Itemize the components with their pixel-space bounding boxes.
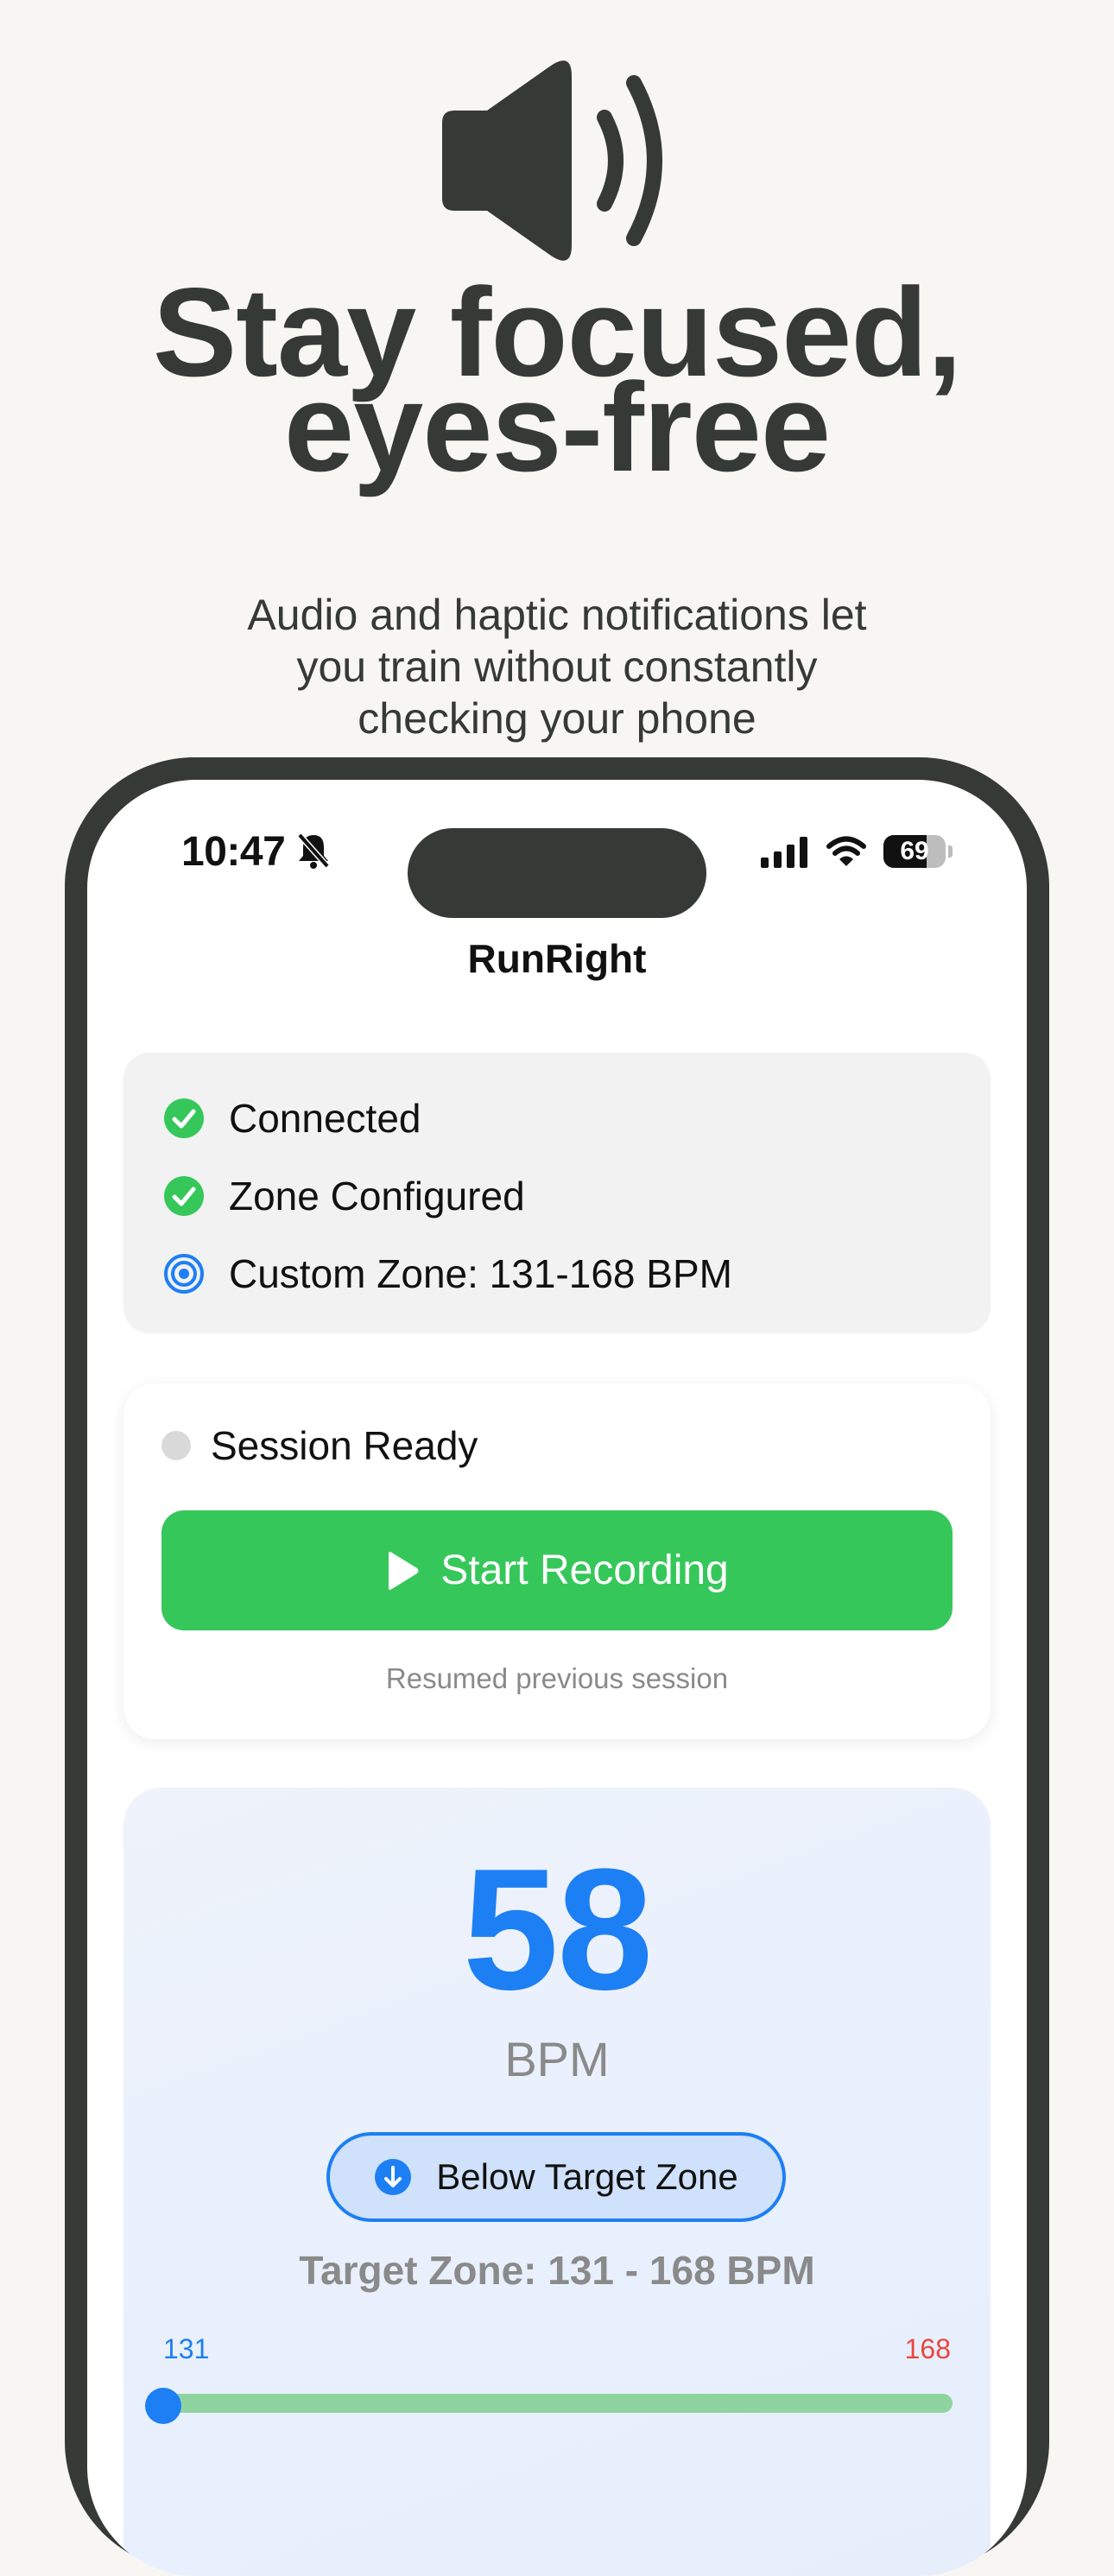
subtitle-line-1: Audio and haptic notifications let (247, 591, 867, 639)
check-circle-icon (164, 1098, 204, 1138)
start-recording-label: Start Recording (440, 1547, 729, 1593)
dynamic-island (408, 828, 706, 918)
session-status-dot (161, 1431, 191, 1460)
zone-min-label: 131 (163, 2333, 210, 2364)
bell-slash-icon (297, 832, 330, 869)
status-time: 10:47 (181, 829, 286, 875)
phone-frame: 10:47 69 RunRight Connected Zone Configu… (65, 757, 1049, 2576)
bpm-value: 58 (462, 1833, 653, 2026)
check-circle-icon (164, 1176, 204, 1216)
zone-status-label: Below Target Zone (436, 2156, 738, 2197)
app-title: RunRight (467, 936, 647, 981)
headline: Stay focused, eyes-free (0, 269, 1114, 491)
status-item-zone-configured: Zone Configured (163, 1172, 525, 1220)
status-item-label: Connected (229, 1096, 421, 1141)
subtitle-line-2: you train without constantly (296, 642, 818, 691)
zone-slider-track[interactable] (163, 2394, 953, 2413)
cellular-signal-icon (761, 837, 807, 868)
session-note: Resumed previous session (385, 1662, 729, 1694)
speaker-icon (442, 60, 662, 261)
battery-indicator: 69 (883, 835, 953, 868)
phone-screen: 10:47 69 RunRight Connected Zone Configu… (87, 780, 1027, 2576)
battery-percent: 69 (900, 837, 929, 865)
session-card: Session Ready Start Recording Resumed pr… (123, 1383, 991, 1739)
status-item-label: Zone Configured (229, 1174, 525, 1218)
subtitle-line-3: checking your phone (358, 694, 756, 743)
target-zone-text: Target Zone: 131 - 168 BPM (299, 2248, 815, 2293)
play-icon (389, 1551, 419, 1590)
status-item-label: Custom Zone: 131-168 BPM (229, 1251, 732, 1296)
bpm-unit: BPM (504, 2032, 610, 2086)
start-recording-button[interactable]: Start Recording (161, 1510, 953, 1630)
heart-rate-card: 58 BPM Below Target Zone Target Zone: 13… (123, 1788, 991, 2576)
wifi-icon (826, 836, 866, 866)
status-bar: 10:47 69 (87, 780, 1027, 918)
connection-status-card: Connected Zone Configured Custom Zone: 1… (123, 1053, 991, 1333)
zone-slider-thumb[interactable] (145, 2388, 181, 2424)
arrow-down-circle-icon (375, 2159, 412, 2195)
status-item-connected: Connected (163, 1094, 421, 1142)
zone-status-badge: Below Target Zone (326, 2132, 786, 2222)
subtitle: Audio and haptic notifications let you t… (207, 589, 907, 744)
target-icon (164, 1254, 204, 1294)
status-item-custom-zone: Custom Zone: 131-168 BPM (163, 1250, 732, 1298)
zone-max-label: 168 (904, 2333, 951, 2364)
session-status-label: Session Ready (211, 1423, 478, 1468)
